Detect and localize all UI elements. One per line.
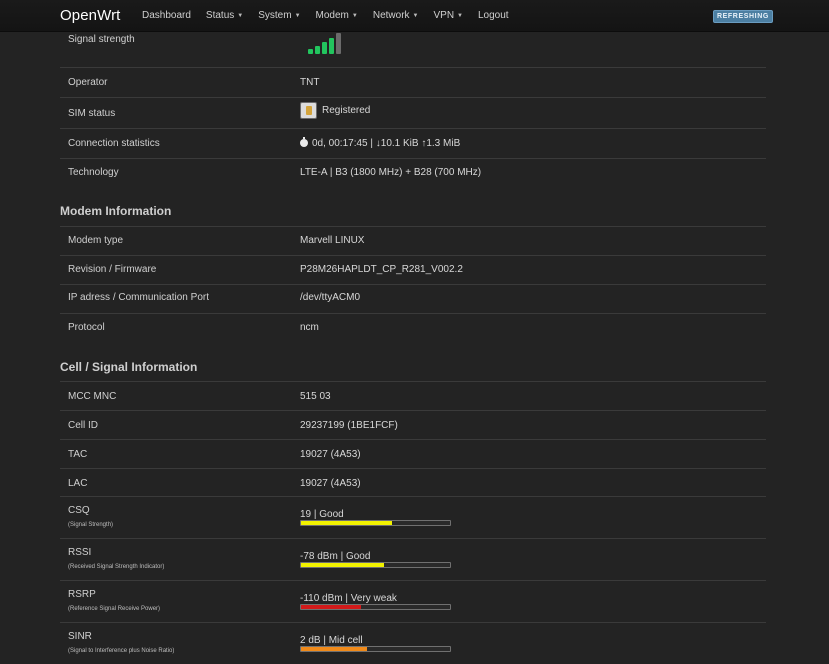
sinr-meter [300, 646, 451, 652]
csq-sublabel: (Signal Strength) [68, 522, 114, 528]
stopwatch-icon [300, 137, 308, 147]
revision-value: P28M26HAPLDT_CP_R281_V002.2 [300, 264, 463, 275]
nav-modem-label: Modem [315, 10, 349, 21]
lac-value: 19027 (4A53) [300, 478, 361, 489]
table-row: Connection statistics 0d, 00:17:45 | ↓10… [60, 128, 766, 158]
brand-logo[interactable]: OpenWrt [60, 7, 120, 24]
tac-label: TAC [68, 449, 88, 460]
rsrp-sublabel: (Reference Signal Receive Power) [68, 606, 161, 612]
sinr-label: SINR [68, 631, 92, 642]
rssi-value: -78 dBm | Good [300, 551, 371, 562]
rsrp-value: -110 dBm | Very weak [300, 593, 397, 604]
nav-network[interactable]: Network ▼ [373, 10, 419, 21]
rsrp-meter-fill [301, 605, 361, 609]
table-row: Protocol ncm [60, 313, 766, 343]
signal-bar [336, 33, 341, 54]
rssi-meter [300, 562, 451, 568]
table-row: Technology LTE-A | B3 (1800 MHz) + B28 (… [60, 158, 766, 188]
lac-label: LAC [68, 478, 88, 489]
port-value: /dev/ttyACM0 [300, 292, 361, 303]
caret-down-icon: ▼ [294, 13, 301, 19]
csq-meter-fill [301, 521, 392, 525]
nav-logout-label: Logout [478, 10, 509, 21]
table-row: SIM status Registered [60, 97, 766, 128]
connection-stats-text: 0d, 00:17:45 | ↓10.1 KiB ↑1.3 MiB [312, 138, 461, 149]
nav-modem[interactable]: Modem ▼ [316, 10, 358, 21]
csq-value: 19 | Good [300, 509, 344, 520]
operator-value: TNT [300, 77, 320, 88]
modem-info-title: Modem Information [60, 204, 172, 218]
nav-vpn-label: VPN [433, 10, 455, 21]
sinr-row: SINR (Signal to Interference plus Noise … [60, 622, 766, 664]
technology-value: LTE-A | B3 (1800 MHz) + B28 (700 MHz) [300, 167, 482, 178]
sim-status-value: Registered [300, 102, 370, 119]
signal-bar [315, 46, 320, 54]
connection-table: Signal strength Operator TNT SIM status … [60, 28, 766, 188]
sinr-meter-fill [301, 647, 367, 651]
table-row: Operator TNT [60, 67, 766, 97]
table-row: Modem type Marvell LINUX [60, 226, 766, 255]
main-nav: Dashboard Status ▼ System ▼ Modem ▼ Network… [142, 10, 524, 21]
modem-type-label: Modem type [68, 235, 124, 246]
caret-down-icon: ▼ [237, 13, 244, 19]
nav-network-label: Network [372, 10, 410, 21]
rssi-sublabel: (Received Signal Strength Indicator) [68, 564, 165, 570]
technology-label: Technology [68, 167, 119, 178]
table-row: MCC MNC 515 03 [60, 381, 766, 410]
table-row: Signal strength [60, 28, 766, 67]
caret-down-icon: ▼ [457, 13, 463, 19]
nav-dashboard[interactable]: Dashboard [142, 10, 191, 21]
rssi-meter-fill [301, 563, 385, 567]
signal-bar [308, 49, 313, 54]
connection-stats-label: Connection statistics [68, 138, 160, 149]
table-row: Revision / Firmware P28M26HAPLDT_CP_R281… [60, 255, 766, 284]
rsrp-row: RSRP (Reference Signal Receive Power) -1… [60, 580, 766, 622]
cell-info-table: MCC MNC 515 03 Cell ID 29237199 (1BE1FCF… [60, 381, 766, 664]
refreshing-badge[interactable]: REFRESHING [713, 10, 773, 23]
revision-label: Revision / Firmware [68, 264, 157, 275]
nav-system-label: System [258, 10, 292, 21]
table-row: LAC 19027 (4A53) [60, 468, 766, 496]
sim-status-text: Registered [322, 105, 371, 117]
sinr-sublabel: (Signal to Interference plus Noise Ratio… [68, 648, 175, 654]
protocol-value: ncm [300, 322, 319, 333]
csq-meter [300, 520, 451, 526]
operator-label: Operator [68, 77, 108, 88]
nav-dashboard-label: Dashboard [142, 10, 191, 21]
modem-type-value: Marvell LINUX [300, 235, 365, 246]
protocol-label: Protocol [68, 322, 105, 333]
sinr-value: 2 dB | Mid cell [300, 635, 363, 646]
rsrp-label: RSRP [68, 589, 96, 600]
mcc-mnc-value: 515 03 [300, 391, 331, 402]
table-row: IP adress / Communication Port /dev/ttyA… [60, 284, 766, 313]
sim-card-icon [300, 102, 317, 119]
nav-status[interactable]: Status ▼ [206, 10, 243, 21]
nav-vpn[interactable]: VPN ▼ [433, 10, 463, 21]
table-row: TAC 19027 (4A53) [60, 439, 766, 468]
table-row: Cell ID 29237199 (1BE1FCF) [60, 410, 766, 439]
modem-info-table: Modem type Marvell LINUX Revision / Firm… [60, 226, 766, 343]
cell-id-value: 29237199 (1BE1FCF) [300, 420, 398, 431]
rssi-row: RSSI (Received Signal Strength Indicator… [60, 538, 766, 580]
signal-bar [322, 42, 327, 54]
signal-bar [329, 38, 334, 54]
caret-down-icon: ▼ [351, 13, 358, 19]
signal-bars-icon [308, 32, 354, 54]
signal-strength-label: Signal strength [68, 34, 135, 45]
nav-status-label: Status [205, 10, 235, 21]
csq-row: CSQ (Signal Strength) 19 | Good [60, 496, 766, 538]
rsrp-meter [300, 604, 451, 610]
port-label: IP adress / Communication Port [68, 292, 209, 303]
nav-logout[interactable]: Logout [478, 10, 509, 21]
rssi-label: RSSI [68, 547, 92, 558]
cell-info-title: Cell / Signal Information [60, 360, 198, 374]
sim-status-label: SIM status [68, 108, 116, 119]
nav-system[interactable]: System ▼ [258, 10, 300, 21]
caret-down-icon: ▼ [412, 13, 419, 19]
mcc-mnc-label: MCC MNC [68, 391, 117, 402]
cell-id-label: Cell ID [68, 420, 99, 431]
connection-stats-value: 0d, 00:17:45 | ↓10.1 KiB ↑1.3 MiB [300, 137, 461, 149]
csq-label: CSQ [68, 505, 90, 516]
tac-value: 19027 (4A53) [300, 449, 361, 460]
